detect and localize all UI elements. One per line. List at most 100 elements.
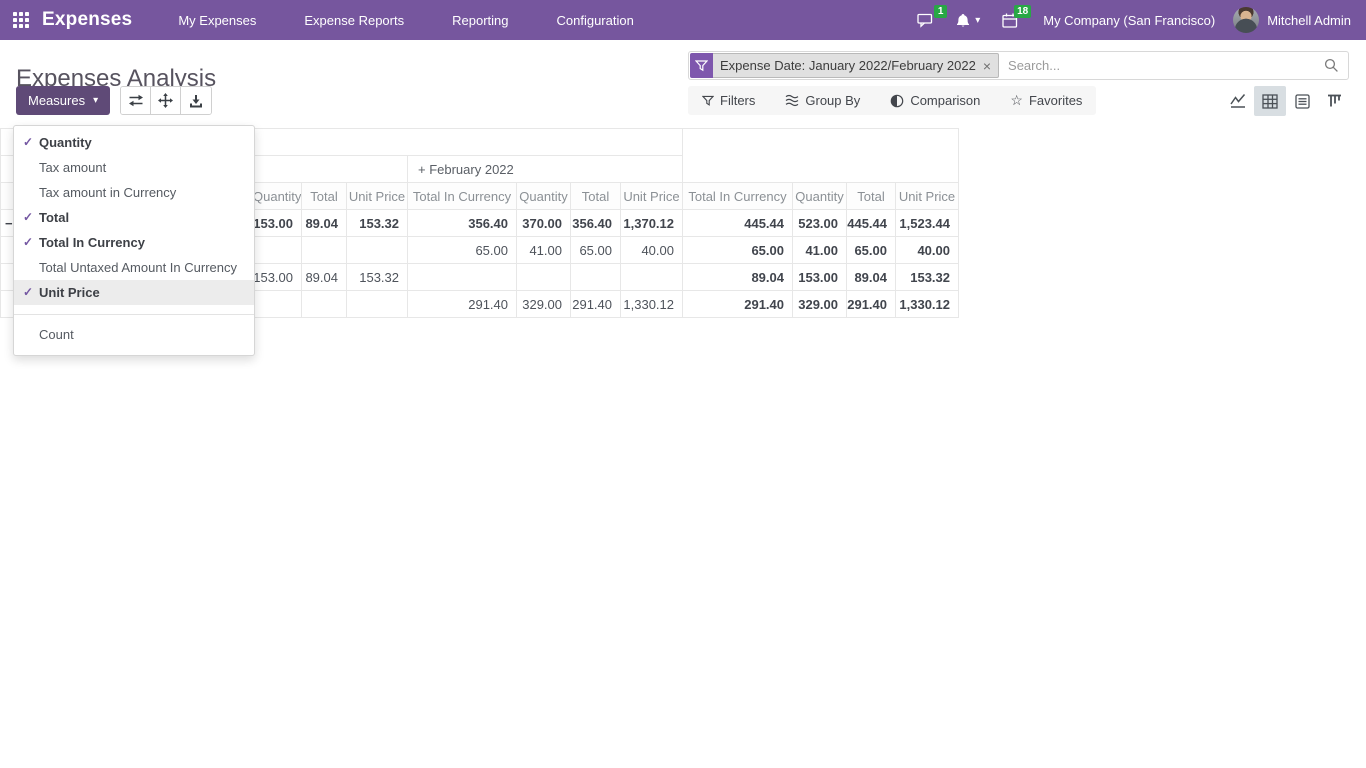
- pivot-cell[interactable]: 153.00: [253, 210, 302, 237]
- pivot-cell[interactable]: 1,330.12: [621, 291, 683, 318]
- graph-view-button[interactable]: [1222, 86, 1254, 116]
- group-by-button[interactable]: Group By: [785, 93, 860, 108]
- pivot-cell[interactable]: [517, 264, 571, 291]
- nav-item-reporting[interactable]: Reporting: [440, 0, 520, 40]
- pivot-cell[interactable]: [571, 264, 621, 291]
- messages-button[interactable]: 1: [906, 0, 945, 40]
- pivot-cell[interactable]: 40.00: [621, 237, 683, 264]
- pivot-cell[interactable]: [302, 237, 347, 264]
- user-menu[interactable]: Mitchell Admin: [1267, 13, 1351, 28]
- pivot-cell[interactable]: 291.40: [683, 291, 793, 318]
- pivot-cell[interactable]: 89.04: [302, 264, 347, 291]
- user-avatar[interactable]: [1233, 7, 1259, 33]
- search-icon[interactable]: [1324, 58, 1339, 73]
- pivot-cell[interactable]: [253, 237, 302, 264]
- notifications-button[interactable]: ▾: [945, 0, 991, 40]
- pivot-cell[interactable]: 370.00: [517, 210, 571, 237]
- measure-item-count[interactable]: Count: [14, 322, 254, 347]
- comparison-button[interactable]: Comparison: [890, 93, 980, 108]
- app-brand[interactable]: Expenses: [42, 9, 132, 31]
- measure-header[interactable]: Total In Currency: [408, 183, 517, 210]
- activities-button[interactable]: 18: [991, 0, 1029, 40]
- pivot-cell[interactable]: 523.00: [793, 210, 847, 237]
- expand-all-button[interactable]: [151, 87, 181, 114]
- pivot-view-icon: [1262, 94, 1278, 109]
- measures-button[interactable]: Measures ▾: [16, 86, 110, 115]
- measure-header[interactable]: Total: [847, 183, 896, 210]
- measure-header[interactable]: Total: [302, 183, 347, 210]
- measure-header[interactable]: Quantity: [253, 183, 302, 210]
- pivot-cell[interactable]: 291.40: [847, 291, 896, 318]
- measure-header[interactable]: Total: [571, 183, 621, 210]
- measure-item-quantity[interactable]: ✓ Quantity: [14, 130, 254, 155]
- pivot-cell[interactable]: 329.00: [517, 291, 571, 318]
- pivot-cell[interactable]: 153.32: [896, 264, 959, 291]
- measure-header[interactable]: Unit Price: [347, 183, 408, 210]
- filters-button[interactable]: Filters: [702, 93, 755, 108]
- comparison-icon: [890, 94, 904, 108]
- pivot-cell[interactable]: [347, 291, 408, 318]
- pivot-cell[interactable]: 153.32: [347, 210, 408, 237]
- pivot-cell[interactable]: 445.44: [683, 210, 793, 237]
- comparison-label: Comparison: [910, 93, 980, 108]
- measures-dropdown-menu: ✓ Quantity Tax amount Tax amount in Curr…: [13, 125, 255, 356]
- nav-item-expense-reports[interactable]: Expense Reports: [292, 0, 416, 40]
- pivot-cell[interactable]: [621, 264, 683, 291]
- pivot-cell[interactable]: 291.40: [571, 291, 621, 318]
- pivot-view-button[interactable]: [1254, 86, 1286, 116]
- view-switcher: [1222, 86, 1350, 116]
- search-input[interactable]: [1006, 57, 1324, 74]
- pivot-cell[interactable]: 89.04: [302, 210, 347, 237]
- nav-item-my-expenses[interactable]: My Expenses: [166, 0, 268, 40]
- pivot-cell[interactable]: 153.00: [793, 264, 847, 291]
- facet-remove-icon[interactable]: ×: [983, 58, 991, 74]
- nav-item-configuration[interactable]: Configuration: [544, 0, 645, 40]
- measure-item-tax-amount-in-currency[interactable]: Tax amount in Currency: [14, 180, 254, 205]
- measure-item-total-untaxed-amount-in-currency[interactable]: Total Untaxed Amount In Currency: [14, 255, 254, 280]
- measure-header[interactable]: Quantity: [793, 183, 847, 210]
- pivot-cell[interactable]: 1,330.12: [896, 291, 959, 318]
- pivot-cell[interactable]: 153.00: [253, 264, 302, 291]
- pivot-cell[interactable]: 41.00: [517, 237, 571, 264]
- pivot-col-group-february[interactable]: + February 2022: [408, 156, 683, 183]
- pivot-cell[interactable]: 291.40: [408, 291, 517, 318]
- pivot-cell[interactable]: 1,523.44: [896, 210, 959, 237]
- flip-axis-button[interactable]: [121, 87, 151, 114]
- pivot-cell[interactable]: 41.00: [793, 237, 847, 264]
- pivot-cell[interactable]: [408, 264, 517, 291]
- pivot-cell[interactable]: 356.40: [408, 210, 517, 237]
- pivot-cell[interactable]: 65.00: [683, 237, 793, 264]
- company-switcher[interactable]: My Company (San Francisco): [1043, 13, 1215, 28]
- measure-header[interactable]: Quantity: [517, 183, 571, 210]
- measure-header[interactable]: Total In Currency: [683, 183, 793, 210]
- pivot-cell[interactable]: [347, 237, 408, 264]
- pivot-cell[interactable]: [253, 291, 302, 318]
- cohort-view-button[interactable]: [1318, 86, 1350, 116]
- check-icon: ✓: [23, 130, 33, 155]
- pivot-cell[interactable]: 65.00: [408, 237, 517, 264]
- pivot-col-grand-total[interactable]: [683, 129, 959, 183]
- favorites-button[interactable]: ☆ Favorites: [1010, 93, 1082, 109]
- pivot-cell[interactable]: 89.04: [847, 264, 896, 291]
- pivot-cell[interactable]: 65.00: [847, 237, 896, 264]
- pivot-cell[interactable]: 329.00: [793, 291, 847, 318]
- measure-item-tax-amount[interactable]: Tax amount: [14, 155, 254, 180]
- pivot-cell[interactable]: [302, 291, 347, 318]
- pivot-cell[interactable]: 65.00: [571, 237, 621, 264]
- pivot-cell[interactable]: 89.04: [683, 264, 793, 291]
- check-icon: ✓: [23, 280, 33, 305]
- pivot-cell[interactable]: 40.00: [896, 237, 959, 264]
- measure-item-total[interactable]: ✓ Total: [14, 205, 254, 230]
- pivot-cell[interactable]: 445.44: [847, 210, 896, 237]
- measure-header[interactable]: Unit Price: [896, 183, 959, 210]
- apps-menu-button[interactable]: [0, 0, 42, 40]
- list-view-button[interactable]: [1286, 86, 1318, 116]
- measure-header[interactable]: Unit Price: [621, 183, 683, 210]
- measure-item-total-in-currency[interactable]: ✓ Total In Currency: [14, 230, 254, 255]
- pivot-cell[interactable]: 356.40: [571, 210, 621, 237]
- measure-item-unit-price[interactable]: ✓ Unit Price: [14, 280, 254, 305]
- pivot-cell[interactable]: 1,370.12: [621, 210, 683, 237]
- pivot-cell[interactable]: 153.32: [347, 264, 408, 291]
- download-button[interactable]: [181, 87, 211, 114]
- search-bar[interactable]: Expense Date: January 2022/February 2022…: [688, 51, 1349, 80]
